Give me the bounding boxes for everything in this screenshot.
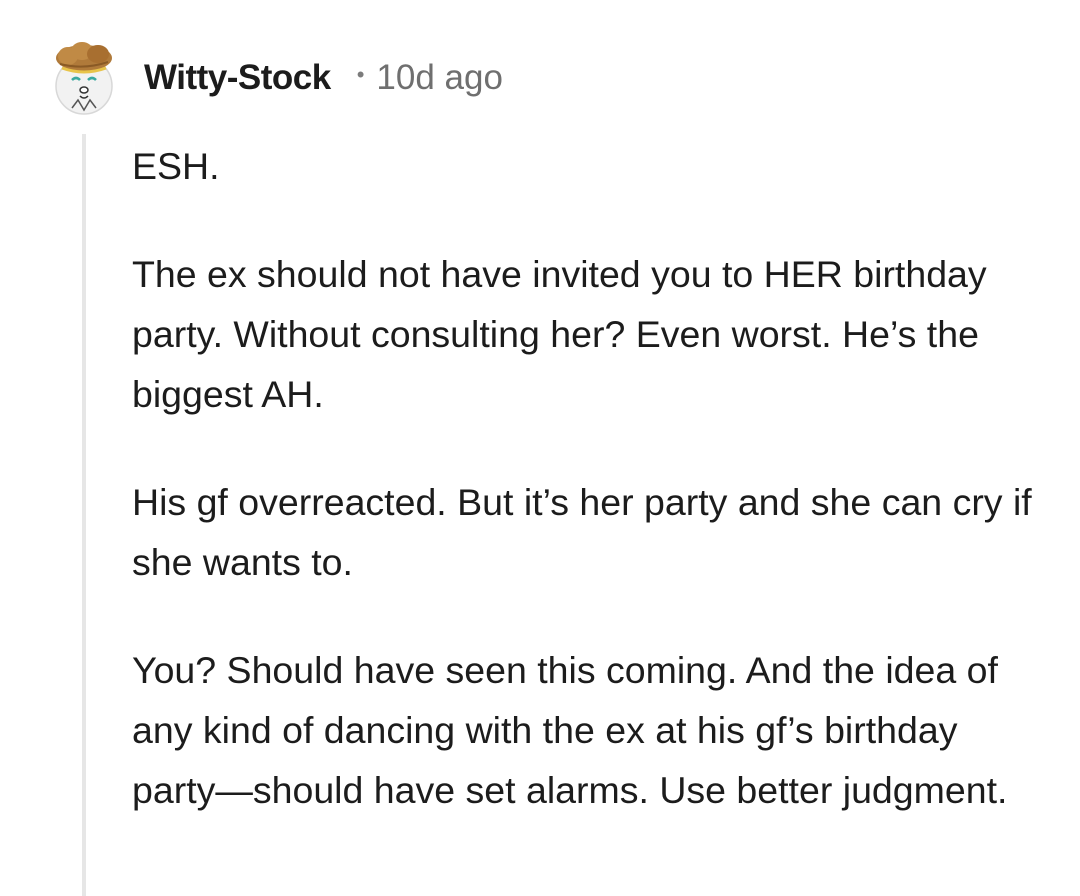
avatar[interactable] — [50, 40, 118, 116]
comment-paragraph: The ex should not have invited you to HE… — [132, 253, 987, 415]
comment-header: Witty-Stock • 10d ago — [50, 40, 503, 116]
meta-separator: • — [356, 62, 365, 87]
comment-age[interactable]: 10d ago — [376, 58, 503, 98]
comment-paragraph: You? Should have seen this coming. And t… — [132, 649, 1008, 811]
thread-line[interactable] — [82, 134, 86, 896]
reddit-snoo-avatar-icon — [55, 42, 113, 115]
comment-paragraph: ESH. — [132, 145, 220, 187]
comment-body: ESH. The ex should not have invited you … — [132, 136, 1032, 868]
comment: Witty-Stock • 10d ago ESH. The ex should… — [0, 0, 1080, 896]
author-username[interactable]: Witty-Stock — [144, 58, 331, 98]
comment-paragraph: His gf overreacted. But it’s her party a… — [132, 481, 1032, 583]
